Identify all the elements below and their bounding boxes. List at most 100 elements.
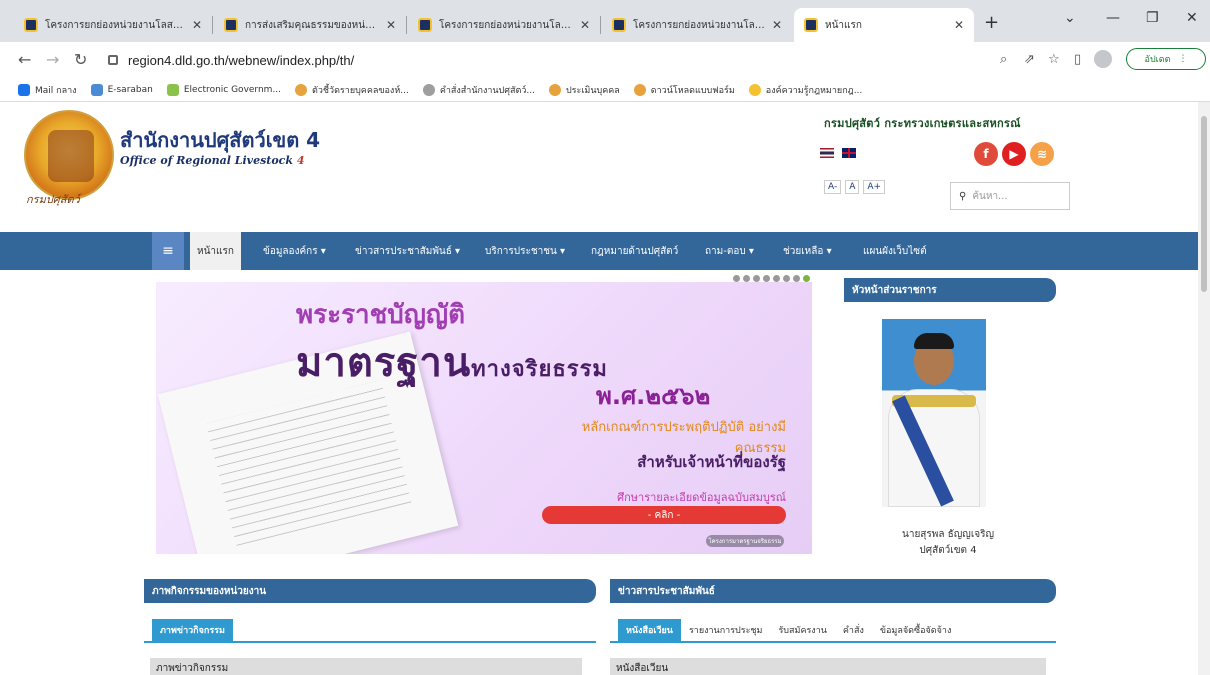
site-favicon-icon [804,18,818,32]
close-tab-icon[interactable]: ✕ [192,18,202,32]
nav-item-sitemap[interactable]: แผนผังเว็บไซต์ [856,232,934,270]
tab-circular-letters[interactable]: หนังสือเวียน [618,619,681,641]
nav-item-livestock-law[interactable]: กฎหมายด้านปศุสัตว์ [584,232,685,270]
tab-job-openings[interactable]: รับสมัครงาน [770,619,834,641]
close-tab-icon[interactable]: ✕ [954,18,964,32]
new-tab-icon[interactable]: + [984,12,999,33]
department-line: กรมปศุสัตว์ กระทรวงเกษตรและสหกรณ์ [824,117,1021,130]
tab-procurement[interactable]: ข้อมูลจัดซื้อจัดจ้าง [872,619,959,641]
tab-search-icon[interactable]: ⌄ [1064,10,1076,26]
hero-banner[interactable]: พระราชบัญญัติ มาตรฐานทางจริยธรรม พ.ศ.๒๕๖… [156,282,812,554]
restore-icon[interactable]: ❐ [1146,10,1159,26]
nav-item-home[interactable]: หน้าแรก [190,232,241,270]
url-field[interactable]: region4.dld.go.th/webnew/index.php/th/ [108,48,928,72]
bookmark-star-icon[interactable]: ☆ [1048,52,1060,67]
font-decrease-button[interactable]: A- [824,180,842,194]
update-button[interactable]: อัปเดต ⋮ [1126,48,1206,70]
bookmarks-bar: Mail กลาง E-saraban Electronic Governm..… [0,78,1210,102]
nav-item-help[interactable]: ช่วยเหลือ ▾ [776,232,839,270]
browser-tab-active[interactable]: หน้าแรก ✕ [794,8,974,42]
banner-click-button[interactable]: - คลิก - [542,506,786,524]
scrollbar-thumb[interactable] [1201,116,1207,292]
minimize-icon[interactable]: — [1106,10,1120,26]
browser-tab[interactable]: โครงการยกย่องหน่วยงานโลสสอาด ✕ [14,8,212,42]
page-scrollbar[interactable] [1198,102,1210,675]
carousel-dot[interactable] [733,275,740,282]
bookmark-item[interactable]: ประเมินบุคคล [548,83,620,97]
close-tab-icon[interactable]: ✕ [386,18,396,32]
browser-tab[interactable]: โครงการยกย่องหน่วยงานโลสสอาด ✕ [408,8,600,42]
thai-flag-icon[interactable] [820,148,834,158]
site-title[interactable]: สำนักงานปศุสัตว์เขต 4 [120,124,320,156]
uk-flag-icon[interactable] [842,148,856,158]
rss-icon[interactable]: ≋ [1030,142,1054,166]
nav-item-services[interactable]: บริการประชาชน ▾ [478,232,572,270]
bookmark-item[interactable]: องค์ความรู้กฎหมายกฎ... [748,83,862,97]
back-arrow-icon[interactable]: ← [18,50,31,69]
carousel-dot[interactable] [793,275,800,282]
download-form-icon [633,83,646,96]
list-item[interactable]: ภาพข่าวกิจกรรม [150,658,582,675]
bookmark-item[interactable]: คำสั่งสำนักงานปศุสัตว์... [422,83,535,97]
executive-role: ปศุสัตว์เขต 4 [919,545,977,556]
browser-tab[interactable]: โครงการยกย่องหน่วยงานโลสสอาด ✕ [602,8,792,42]
reload-icon[interactable]: ↻ [74,50,87,69]
language-switcher [820,148,856,158]
address-bar: ← → ↻ region4.dld.go.th/webnew/index.php… [0,42,1210,78]
browser-tab[interactable]: การส่งเสริมคุณธรรมของหน่วยงาน ✕ [214,8,406,42]
news-heading: ข่าวสารประชาสัมพันธ์ [610,579,1056,603]
bookmark-item[interactable]: Mail กลาง [18,83,77,97]
carousel-indicators [733,275,810,282]
site-favicon-icon [612,18,626,32]
tab-orders[interactable]: คำสั่ง [835,619,872,641]
nav-item-organization[interactable]: ข้อมูลองค์กร ▾ [256,232,333,270]
close-window-icon[interactable]: ✕ [1186,10,1198,26]
profile-avatar-icon[interactable] [1094,50,1112,68]
carousel-dot[interactable] [783,275,790,282]
department-logo[interactable] [24,110,114,200]
zoom-icon[interactable]: ⌕ [1000,52,1007,67]
site-subtitle: Office of Regional Livestock 4 [120,154,305,167]
esaraban-icon [90,83,103,96]
bookmark-item[interactable]: ตัวชี้วัดรายบุคคลของห์... [295,83,409,97]
forward-arrow-icon[interactable]: → [46,50,59,69]
bookmark-item[interactable]: E-saraban [90,83,153,96]
list-item[interactable]: หนังสือเวียน [610,658,1046,675]
carousel-dot[interactable] [763,275,770,282]
tab-activity-photos[interactable]: ภาพข่าวกิจกรรม [152,619,233,641]
youtube-icon[interactable]: ▶ [1002,142,1026,166]
order-icon [422,83,435,96]
close-tab-icon[interactable]: ✕ [580,18,590,32]
banner-tag: โครงการมาตรฐานจริยธรรม [706,535,784,547]
carousel-dot[interactable] [753,275,760,282]
carousel-dot[interactable] [743,275,750,282]
font-size-controls: A- A A+ [824,180,886,194]
side-panel-icon[interactable]: ▯ [1074,52,1081,67]
font-increase-button[interactable]: A+ [863,180,886,194]
site-favicon-icon [418,18,432,32]
activities-tabs: ภาพข่าวกิจกรรม [144,619,596,643]
bookmark-item[interactable]: ดาวน์โหลดแบบฟอร์ม [633,83,735,97]
menu-toggle-icon[interactable]: ≡ [152,232,184,270]
web-page: กรมปศุสัตว์ สำนักงานปศุสัตว์เขต 4 Office… [0,102,1198,675]
share-icon[interactable]: ⇗ [1024,52,1035,67]
close-tab-icon[interactable]: ✕ [772,18,782,32]
executive-name: นายสุรพล ธัญญเจริญ [902,529,994,540]
activities-heading: ภาพกิจกรรมของหน่วยงาน [144,579,596,603]
search-icon: ⚲ [959,190,967,202]
nav-item-news[interactable]: ข่าวสารประชาสัมพันธ์ ▾ [348,232,467,270]
executive-photo[interactable] [882,319,986,507]
facebook-icon[interactable]: f [974,142,998,166]
carousel-dot-active[interactable] [803,275,810,282]
kpi-icon [295,83,308,96]
nav-item-qa[interactable]: ถาม-ตอบ ▾ [698,232,761,270]
egov-icon [166,83,179,96]
bookmark-item[interactable]: Electronic Governm... [166,83,281,96]
carousel-dot[interactable] [773,275,780,282]
search-input[interactable]: ⚲ ค้นหา... [950,182,1070,210]
tab-meeting-reports[interactable]: รายงานการประชุม [681,619,771,641]
site-favicon-icon [224,18,238,32]
mail-icon [18,83,30,96]
executive-heading: หัวหน้าส่วนราชการ [844,278,1056,302]
font-normal-button[interactable]: A [845,180,860,194]
